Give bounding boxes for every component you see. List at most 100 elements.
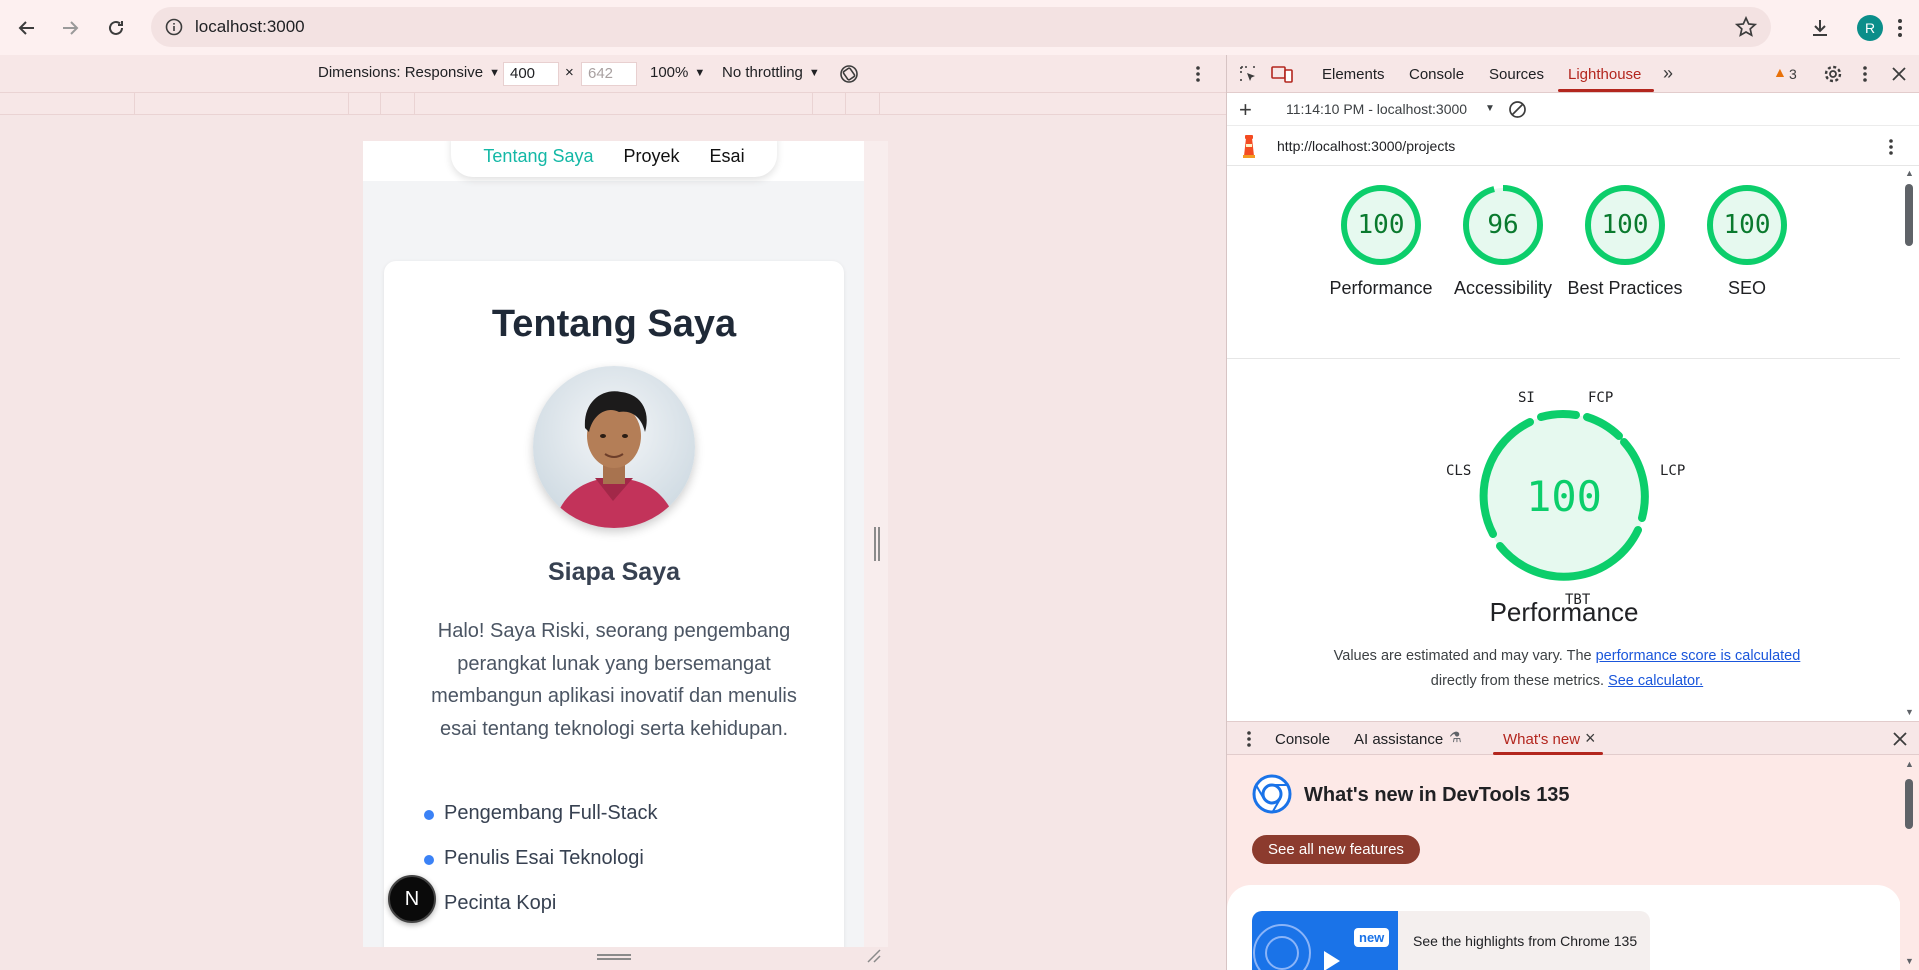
rotate-icon[interactable]	[838, 63, 860, 85]
device-mode-icon[interactable]	[1271, 64, 1293, 84]
width-input[interactable]: 400	[503, 62, 559, 86]
resize-handle-right[interactable]	[873, 527, 881, 561]
site-info-icon[interactable]	[163, 16, 185, 38]
score-gauge-performance[interactable]: 100 Performance	[1321, 184, 1441, 301]
lighthouse-report: 100 Performance 96 Accessibility 100 Bes…	[1227, 166, 1901, 721]
zoom-dropdown[interactable]: 100% ▼	[650, 64, 705, 81]
drawer-tab-ai-assistance[interactable]: AI assistance	[1354, 731, 1443, 748]
tab-elements[interactable]: Elements	[1322, 66, 1385, 83]
score-value: 96	[1487, 210, 1519, 240]
new-report-plus-icon[interactable]: +	[1239, 97, 1252, 123]
caret-down-icon: ▼	[808, 66, 820, 79]
download-icon[interactable]	[1809, 17, 1831, 39]
report-menu-icon[interactable]	[1888, 138, 1894, 156]
scroll-thumb[interactable]	[1905, 779, 1913, 829]
forward-button[interactable]	[53, 11, 87, 45]
inspect-element-icon[interactable]	[1238, 64, 1258, 84]
scroll-thumb[interactable]	[1905, 184, 1913, 246]
more-tabs-icon[interactable]: »	[1663, 63, 1673, 84]
performance-note: Values are estimated and may vary. The p…	[1287, 644, 1847, 694]
media-query-ruler[interactable]	[0, 93, 1226, 115]
tab-sources[interactable]: Sources	[1489, 66, 1544, 83]
close-drawer-icon[interactable]	[1893, 732, 1907, 746]
metric-lcp: LCP	[1660, 463, 1686, 479]
scroll-up-icon[interactable]: ▲	[1905, 168, 1914, 178]
performance-score: 100	[1526, 471, 1602, 521]
caret-down-icon[interactable]: ▼	[1485, 103, 1495, 114]
resize-handle-corner[interactable]	[866, 948, 882, 964]
reload-button[interactable]	[99, 11, 133, 45]
profile-avatar[interactable]: R	[1857, 14, 1883, 41]
back-button[interactable]	[10, 11, 44, 45]
caret-down-icon: ▼	[489, 66, 500, 79]
score-gauge-seo[interactable]: 100 SEO	[1687, 184, 1807, 301]
warning-count[interactable]: 3	[1789, 66, 1797, 82]
drawer-tabbar: Console AI assistance ⚗ What's new ×	[1227, 721, 1919, 755]
new-badge: new	[1354, 928, 1390, 947]
address-bar[interactable]: localhost:3000	[151, 7, 1771, 47]
device-toolbar-menu-icon[interactable]	[1195, 64, 1201, 84]
score-label: SEO	[1727, 278, 1766, 298]
bullet-icon	[424, 810, 434, 820]
toolbar-right: R	[1809, 0, 1919, 55]
nav-link-proyek[interactable]: Proyek	[624, 146, 680, 167]
warning-icon[interactable]: ▲	[1773, 64, 1787, 80]
dimensions-dropdown[interactable]: Dimensions: Responsive ▼	[318, 64, 500, 81]
nav-link-esai[interactable]: Esai	[710, 146, 745, 167]
devtools-menu-icon[interactable]	[1862, 65, 1868, 83]
close-tab-icon[interactable]: ×	[1585, 728, 1596, 749]
metric-fcp: FCP	[1588, 390, 1614, 406]
drawer-tab-console[interactable]: Console	[1275, 731, 1330, 748]
bookmark-star-icon[interactable]	[1735, 16, 1757, 38]
settings-gear-icon[interactable]	[1823, 64, 1843, 84]
arrow-right-icon	[63, 20, 79, 35]
score-label: Accessibility	[1453, 278, 1553, 298]
clear-reports-icon[interactable]	[1508, 100, 1527, 119]
highlight-text[interactable]: See the highlights from Chrome 135	[1413, 933, 1637, 949]
score-calculated-link[interactable]: performance score is calculated	[1596, 648, 1801, 664]
caret-down-icon: ▼	[694, 66, 706, 79]
bullet-icon	[424, 855, 434, 865]
note-text: directly from these metrics.	[1430, 673, 1609, 689]
zoom-label: 100%	[650, 64, 689, 81]
devtools-panel: Elements Console Sources Lighthouse » ▲ …	[1226, 55, 1919, 970]
tab-console[interactable]: Console	[1409, 66, 1464, 83]
scroll-up-icon[interactable]: ▲	[1905, 759, 1914, 769]
report-scrollbar[interactable]: ▲ ▼	[1900, 166, 1919, 721]
see-all-features-button[interactable]: See all new features	[1252, 835, 1420, 864]
profile-photo	[533, 366, 695, 528]
page-title: Tentang Saya	[491, 303, 737, 345]
nextjs-dev-badge[interactable]: N	[388, 875, 436, 923]
trait-label: Penulis Esai Teknologi	[444, 847, 644, 869]
list-item: Penulis Esai Teknologi	[424, 847, 657, 892]
note-text: Values are estimated and may vary. The	[1333, 648, 1596, 664]
report-selector[interactable]: 11:14:10 PM - localhost:3000	[1286, 101, 1467, 117]
drawer-tab-whats-new[interactable]: What's new	[1503, 731, 1580, 748]
url-text[interactable]: localhost:3000	[195, 17, 305, 37]
nav-link-tentang-saya[interactable]: Tentang Saya	[483, 146, 593, 167]
drawer-menu-icon[interactable]	[1246, 730, 1252, 748]
see-calculator-link[interactable]: See calculator.	[1608, 673, 1703, 689]
tab-lighthouse[interactable]: Lighthouse	[1568, 66, 1641, 83]
scroll-down-icon[interactable]: ▼	[1905, 707, 1914, 717]
list-item: Pengembang Full-Stack	[424, 802, 657, 847]
browser-menu-icon[interactable]	[1897, 17, 1903, 39]
score-gauge-best-practices[interactable]: 100 Best Practices	[1565, 184, 1685, 301]
dimensions-label: Dimensions: Responsive	[318, 64, 484, 81]
about-card: Tentang Saya Siapa Saya Halo! Saya Riski…	[384, 261, 844, 947]
height-input[interactable]: 642	[581, 62, 637, 86]
trait-label: Pengembang Full-Stack	[444, 802, 658, 824]
whats-new-title: What's new in DevTools 135	[1304, 784, 1570, 806]
reload-icon	[109, 20, 123, 35]
throttling-dropdown[interactable]: No throttling ▼	[722, 64, 820, 81]
drawer-scrollbar[interactable]: ▲ ▼	[1900, 755, 1919, 970]
score-gauge-accessibility[interactable]: 96 Accessibility	[1443, 184, 1563, 301]
metric-si: SI	[1518, 390, 1535, 406]
section-heading: Siapa Saya	[547, 558, 681, 586]
close-devtools-icon[interactable]	[1891, 66, 1907, 82]
resize-handle-bottom[interactable]	[597, 953, 631, 961]
performance-title: Performance	[1489, 597, 1639, 627]
site-nav: Tentang Saya Proyek Esai	[451, 141, 777, 177]
scroll-down-icon[interactable]: ▼	[1905, 956, 1914, 966]
report-url-link[interactable]: http://localhost:3000/projects	[1277, 138, 1455, 154]
